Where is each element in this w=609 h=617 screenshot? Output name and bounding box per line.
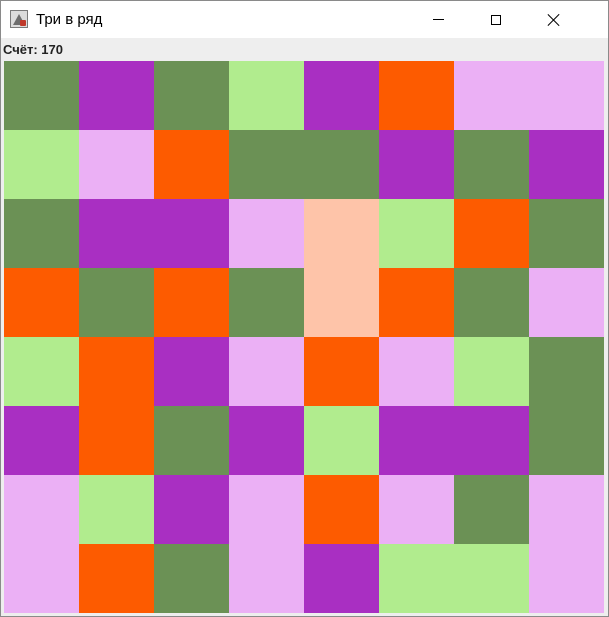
board-cell[interactable] (79, 544, 154, 613)
board-cell[interactable] (379, 475, 454, 544)
app-window: Три в ряд Счёт: 170 (0, 0, 609, 617)
board-cell[interactable] (154, 475, 229, 544)
board-cell[interactable] (454, 61, 529, 130)
board-cell[interactable] (4, 130, 79, 199)
board-cell[interactable] (529, 130, 604, 199)
board-cell[interactable] (529, 199, 604, 268)
board-cell[interactable] (229, 544, 304, 613)
board-cell[interactable] (4, 61, 79, 130)
board-cell[interactable] (79, 268, 154, 337)
board-cell[interactable] (454, 544, 529, 613)
board-cell[interactable] (529, 268, 604, 337)
score-label: Счёт: 170 (3, 42, 63, 57)
board-cell[interactable] (454, 337, 529, 406)
board-cell[interactable] (4, 268, 79, 337)
board-cell[interactable] (379, 406, 454, 475)
maximize-icon (491, 14, 501, 25)
board-cell[interactable] (379, 268, 454, 337)
board-cell[interactable] (304, 268, 379, 337)
board-cell[interactable] (379, 337, 454, 406)
board-cell[interactable] (229, 130, 304, 199)
board-cell[interactable] (229, 268, 304, 337)
board-cell[interactable] (4, 337, 79, 406)
minimize-icon (432, 19, 444, 20)
minimize-button[interactable] (415, 1, 461, 38)
board-cell[interactable] (304, 130, 379, 199)
board-cell[interactable] (229, 475, 304, 544)
close-icon (547, 13, 561, 27)
board-cell[interactable] (4, 406, 79, 475)
board-cell[interactable] (304, 406, 379, 475)
app-icon[interactable] (10, 10, 28, 28)
board-cell[interactable] (304, 61, 379, 130)
board-cell[interactable] (4, 199, 79, 268)
close-button[interactable] (531, 1, 577, 38)
board-cell[interactable] (154, 544, 229, 613)
board-cell[interactable] (79, 61, 154, 130)
board-cell[interactable] (529, 406, 604, 475)
board-cell[interactable] (229, 406, 304, 475)
board-cell[interactable] (154, 268, 229, 337)
board-cell[interactable] (304, 199, 379, 268)
board-cell[interactable] (229, 61, 304, 130)
board-cell[interactable] (529, 61, 604, 130)
board-cell[interactable] (379, 61, 454, 130)
game-board (4, 61, 604, 613)
board-cell[interactable] (379, 130, 454, 199)
maximize-button[interactable] (473, 1, 519, 38)
board-cell[interactable] (79, 130, 154, 199)
board-cell[interactable] (4, 544, 79, 613)
board-cell[interactable] (304, 337, 379, 406)
board-cell[interactable] (79, 475, 154, 544)
board-cell[interactable] (154, 61, 229, 130)
board-cell[interactable] (304, 475, 379, 544)
board-cell[interactable] (154, 406, 229, 475)
title-bar[interactable]: Три в ряд (1, 1, 608, 38)
board-cell[interactable] (379, 199, 454, 268)
board-cell[interactable] (304, 544, 379, 613)
board-cell[interactable] (529, 544, 604, 613)
board-cell[interactable] (154, 130, 229, 199)
board-cell[interactable] (154, 337, 229, 406)
board-cell[interactable] (454, 268, 529, 337)
board-cell[interactable] (529, 475, 604, 544)
board-cell[interactable] (454, 406, 529, 475)
board-cell[interactable] (79, 199, 154, 268)
board-cell[interactable] (229, 199, 304, 268)
board-cell[interactable] (154, 199, 229, 268)
board-cell[interactable] (79, 406, 154, 475)
board-cell[interactable] (454, 199, 529, 268)
board-cell[interactable] (79, 337, 154, 406)
board-cell[interactable] (379, 544, 454, 613)
window-title: Три в ряд (36, 11, 103, 28)
board-cell[interactable] (4, 475, 79, 544)
board-cell[interactable] (454, 130, 529, 199)
board-cell[interactable] (529, 337, 604, 406)
board-cell[interactable] (229, 337, 304, 406)
board-cell[interactable] (454, 475, 529, 544)
